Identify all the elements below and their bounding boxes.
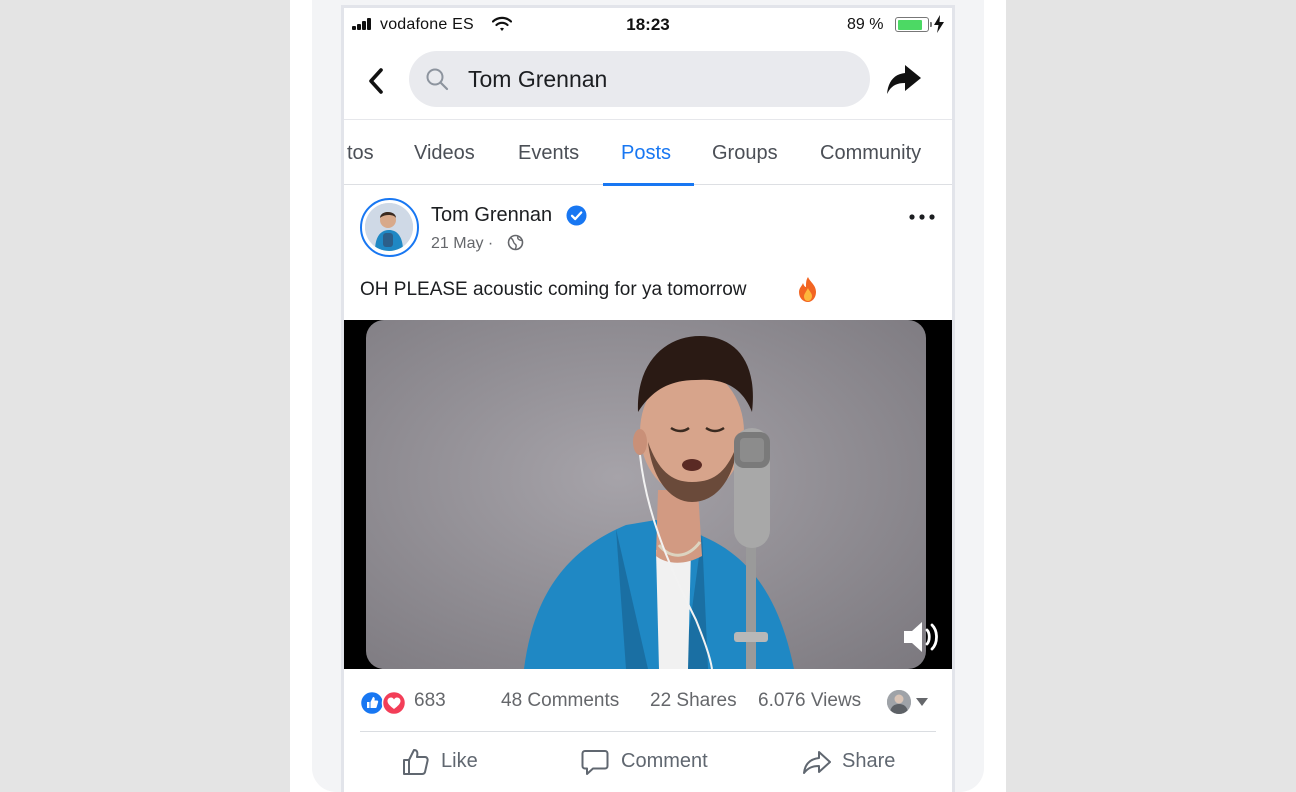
video-thumbnail <box>366 320 926 669</box>
back-icon[interactable] <box>366 66 388 96</box>
like-button[interactable]: Like <box>401 741 501 783</box>
thumbs-up-icon <box>403 749 429 775</box>
volume-icon[interactable] <box>901 619 941 655</box>
comments-count[interactable]: 48 Comments <box>501 690 619 712</box>
post-text: OH PLEASE acoustic coming for ya tomorro… <box>360 279 747 300</box>
active-tab-indicator <box>603 183 694 186</box>
comment-icon <box>581 750 609 775</box>
status-bar: vodafone ES 18:23 89 % <box>344 8 952 44</box>
tab-bar: tos Videos Events Posts Groups Community <box>344 119 952 186</box>
comment-button[interactable]: Comment <box>580 741 730 783</box>
comment-label: Comment <box>621 750 708 772</box>
like-label: Like <box>441 750 478 772</box>
viewer-avatar[interactable] <box>887 690 911 714</box>
share-button[interactable]: Share <box>802 741 912 783</box>
views-count: 6.076 Views <box>758 690 862 711</box>
verified-icon <box>566 205 587 226</box>
divider <box>360 731 936 732</box>
phone-screen: vodafone ES 18:23 89 % Tom Grennan tos V… <box>341 5 955 792</box>
tab-community[interactable]: Community <box>820 142 921 165</box>
author-name[interactable]: Tom Grennan <box>431 204 552 227</box>
tab-videos[interactable]: Videos <box>414 142 475 165</box>
shares-count[interactable]: 22 Shares <box>650 690 737 712</box>
share-label: Share <box>842 750 896 772</box>
tab-posts[interactable]: Posts <box>621 142 671 165</box>
globe-icon <box>507 234 524 251</box>
more-options-icon[interactable] <box>905 207 939 227</box>
fire-icon <box>799 277 816 302</box>
tab-groups[interactable]: Groups <box>712 142 778 165</box>
bolt-icon <box>934 15 944 33</box>
video-player[interactable] <box>344 320 952 669</box>
share-arrow-icon <box>803 751 831 774</box>
author-avatar[interactable] <box>360 198 419 257</box>
search-query: Tom Grennan <box>468 66 608 92</box>
tab-events[interactable]: Events <box>518 142 579 165</box>
tab-photos[interactable]: tos <box>347 142 374 165</box>
post-date: 21 May · <box>431 235 494 252</box>
share-icon[interactable] <box>885 61 923 99</box>
reaction-count: 683 <box>414 690 446 711</box>
search-input[interactable]: Tom Grennan <box>409 51 870 107</box>
battery-percentage: 89 % <box>847 16 884 33</box>
search-icon <box>426 68 449 91</box>
battery-icon <box>895 17 932 32</box>
caret-down-icon[interactable] <box>915 697 929 707</box>
reactions[interactable] <box>359 690 411 716</box>
